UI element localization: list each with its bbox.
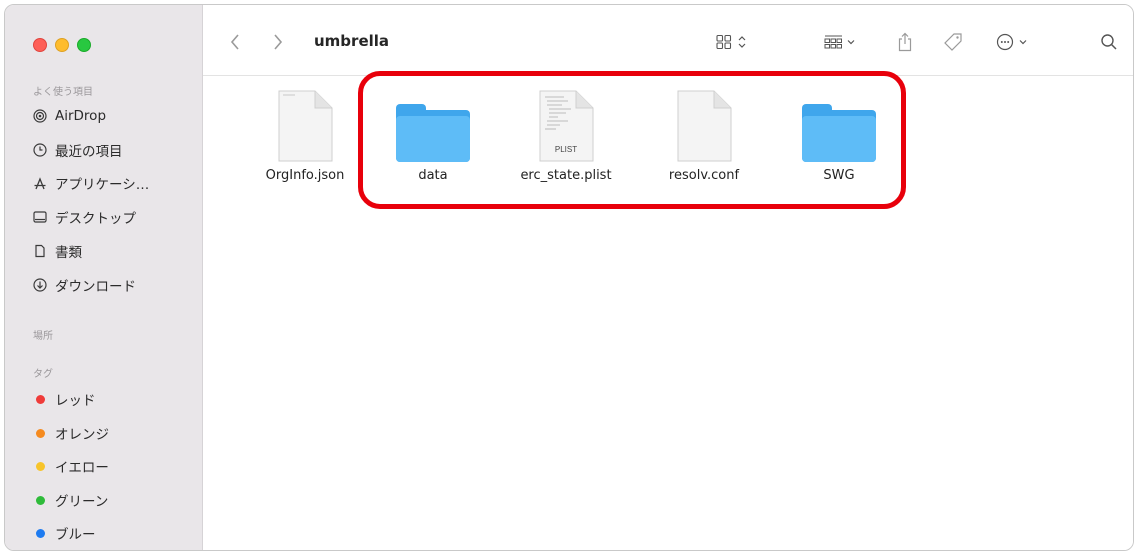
tag-color-dot bbox=[35, 394, 45, 404]
sidebar-item-desktop[interactable]: デスクトップ bbox=[33, 205, 136, 229]
group-by-icon bbox=[824, 35, 855, 49]
tag-color-dot bbox=[35, 461, 45, 471]
sidebar: よく使う項目 AirDrop 最近の項目 アプリケーシ… デスクトップ 書類 ダ… bbox=[5, 5, 203, 550]
document-icon bbox=[33, 244, 47, 258]
sidebar-item-label: イエロー bbox=[55, 460, 109, 476]
document-icon bbox=[277, 90, 333, 162]
zoom-window-button[interactable] bbox=[77, 38, 91, 52]
icon-grid-view-icon bbox=[716, 34, 746, 50]
tag-color-dot bbox=[35, 428, 45, 438]
favorites-header: よく使う項目 bbox=[33, 87, 93, 98]
back-button[interactable] bbox=[225, 31, 245, 53]
sidebar-item-label: レッド bbox=[55, 393, 96, 409]
sidebar-item-label: AirDrop bbox=[55, 108, 107, 124]
chevron-left-icon bbox=[230, 34, 239, 50]
more-actions-button[interactable] bbox=[994, 31, 1034, 53]
highlight-annotation bbox=[358, 71, 906, 209]
applications-icon bbox=[33, 176, 47, 190]
share-button[interactable] bbox=[895, 31, 915, 53]
sidebar-tag-red[interactable]: レッド bbox=[33, 387, 96, 411]
sidebar-item-label: オレンジ bbox=[55, 427, 109, 443]
toolbar: umbrella bbox=[203, 5, 1133, 76]
tag-color-dot bbox=[35, 528, 45, 538]
search-icon bbox=[1101, 34, 1117, 50]
close-window-button[interactable] bbox=[33, 38, 47, 52]
sidebar-tag-yellow[interactable]: イエロー bbox=[33, 454, 109, 478]
sidebar-item-airdrop[interactable]: AirDrop bbox=[33, 104, 106, 128]
sidebar-tag-orange[interactable]: オレンジ bbox=[33, 421, 109, 445]
file-name: OrgInfo.json bbox=[265, 168, 345, 183]
tags-header: タグ bbox=[33, 369, 53, 380]
clock-icon bbox=[33, 143, 47, 157]
download-icon bbox=[33, 278, 47, 292]
sidebar-item-label: グリーン bbox=[55, 494, 109, 510]
share-icon bbox=[898, 32, 912, 52]
search-button[interactable] bbox=[1098, 31, 1120, 53]
sidebar-tag-green[interactable]: グリーン bbox=[33, 488, 108, 512]
sidebar-item-applications[interactable]: アプリケーシ… bbox=[33, 171, 149, 195]
locations-header: 場所 bbox=[33, 331, 53, 342]
sidebar-item-label: ブルー bbox=[55, 527, 96, 543]
tag-icon bbox=[944, 33, 962, 51]
forward-button[interactable] bbox=[268, 31, 288, 53]
window-controls bbox=[33, 38, 91, 52]
window-title: umbrella bbox=[314, 32, 390, 50]
minimize-window-button[interactable] bbox=[55, 38, 69, 52]
tag-button[interactable] bbox=[941, 31, 965, 53]
airdrop-icon bbox=[33, 109, 47, 123]
chevron-right-icon bbox=[274, 34, 283, 50]
sidebar-item-label: デスクトップ bbox=[55, 211, 136, 227]
sidebar-item-recents[interactable]: 最近の項目 bbox=[33, 138, 123, 162]
sidebar-item-label: ダウンロード bbox=[55, 279, 136, 295]
sidebar-item-documents[interactable]: 書類 bbox=[33, 239, 82, 263]
view-options-button[interactable] bbox=[715, 31, 751, 53]
sidebar-item-label: 最近の項目 bbox=[55, 144, 123, 160]
sidebar-item-label: アプリケーシ… bbox=[55, 177, 150, 193]
more-actions-icon bbox=[996, 33, 1027, 51]
group-by-button[interactable] bbox=[823, 31, 859, 53]
desktop-icon bbox=[33, 210, 47, 224]
sidebar-tag-blue[interactable]: ブルー bbox=[33, 521, 96, 545]
tag-color-dot bbox=[35, 495, 45, 505]
file-item[interactable]: OrgInfo.json bbox=[250, 90, 360, 183]
sidebar-item-label: 書類 bbox=[55, 245, 82, 261]
sidebar-item-downloads[interactable]: ダウンロード bbox=[33, 273, 136, 297]
